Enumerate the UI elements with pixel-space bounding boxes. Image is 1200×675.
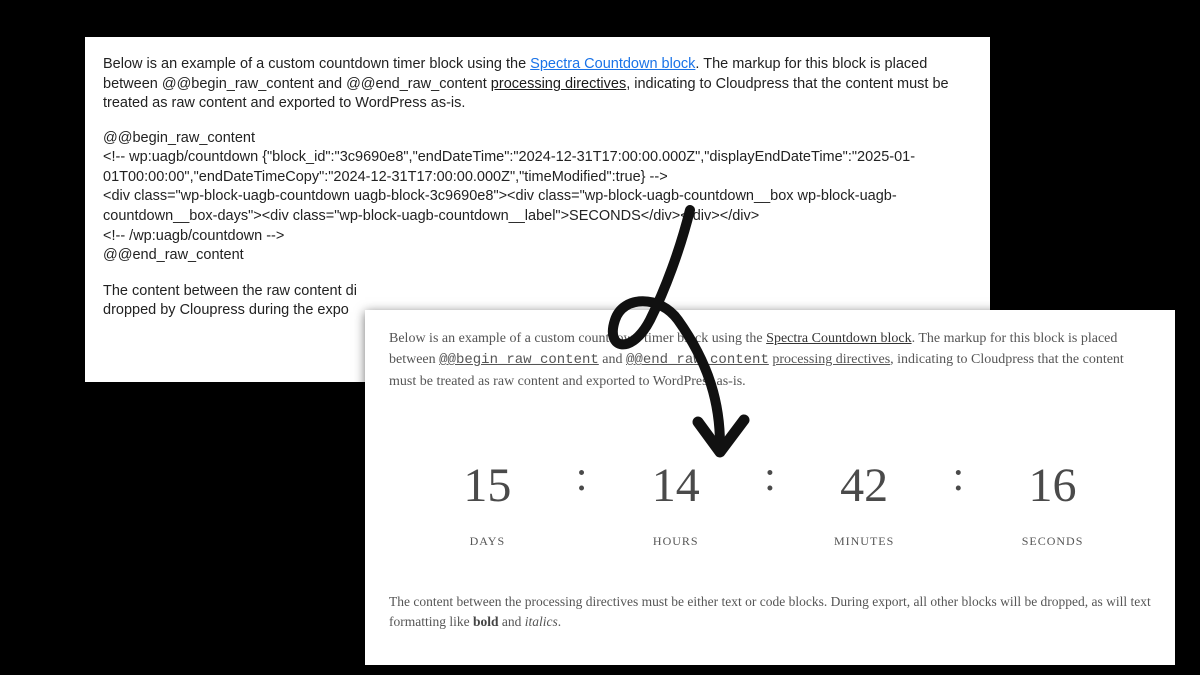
- code-line: <!-- /wp:uagb/countdown -->: [103, 227, 972, 247]
- spectra-link[interactable]: Spectra Countdown block: [766, 331, 911, 346]
- code-line: @@begin_raw_content: [103, 129, 972, 149]
- countdown-hours-label: HOURS: [621, 532, 731, 550]
- rendered-intro-paragraph: Below is an example of a custom countdow…: [389, 328, 1151, 392]
- countdown-minutes-value: 42: [809, 450, 919, 522]
- footer-mid: and: [499, 614, 525, 629]
- countdown-days-label: DAYS: [432, 532, 542, 550]
- raw-code-block: @@begin_raw_content <!-- wp:uagb/countdo…: [103, 129, 972, 266]
- spectra-link[interactable]: Spectra Countdown block: [530, 56, 695, 72]
- code-line: @@end_raw_content: [103, 246, 972, 266]
- countdown-hours-value: 14: [621, 450, 731, 522]
- processing-directives-link[interactable]: processing directives: [491, 76, 626, 92]
- countdown-timer: 15 DAYS : 14 HOURS : 42 MINUTES : 16 SEC…: [399, 450, 1141, 550]
- footer-end: .: [558, 614, 561, 629]
- countdown-seconds-label: SECONDS: [998, 532, 1108, 550]
- intro-text: Below is an example of a custom countdow…: [103, 56, 530, 72]
- countdown-seconds-value: 16: [998, 450, 1108, 522]
- countdown-separator: :: [576, 450, 588, 502]
- countdown-seconds: 16 SECONDS: [998, 450, 1108, 550]
- rendered-footer-paragraph: The content between the processing direc…: [389, 592, 1151, 633]
- source-intro-paragraph: Below is an example of a custom countdow…: [103, 55, 972, 114]
- processing-directives-link[interactable]: processing directives: [772, 352, 890, 367]
- footer-italics: italics: [525, 614, 558, 629]
- rendered-output-card: Below is an example of a custom countdow…: [365, 310, 1175, 665]
- truncated-line: The content between the raw content di: [103, 282, 972, 302]
- countdown-hours: 14 HOURS: [621, 450, 731, 550]
- stage: Below is an example of a custom countdow…: [0, 0, 1200, 675]
- countdown-minutes-label: MINUTES: [809, 532, 919, 550]
- countdown-minutes: 42 MINUTES: [809, 450, 919, 550]
- and-word: and: [599, 352, 626, 367]
- end-raw-marker: @@end_raw_content: [626, 352, 769, 368]
- countdown-days: 15 DAYS: [432, 450, 542, 550]
- footer-bold: bold: [473, 614, 499, 629]
- code-line: <div class="wp-block-uagb-countdown uagb…: [103, 187, 972, 226]
- code-line: <!-- wp:uagb/countdown {"block_id":"3c96…: [103, 148, 972, 187]
- countdown-separator: :: [764, 450, 776, 502]
- countdown-days-value: 15: [432, 450, 542, 522]
- begin-raw-marker: @@begin_raw_content: [439, 352, 599, 368]
- intro-text: Below is an example of a custom countdow…: [389, 331, 766, 346]
- countdown-separator: :: [953, 450, 965, 502]
